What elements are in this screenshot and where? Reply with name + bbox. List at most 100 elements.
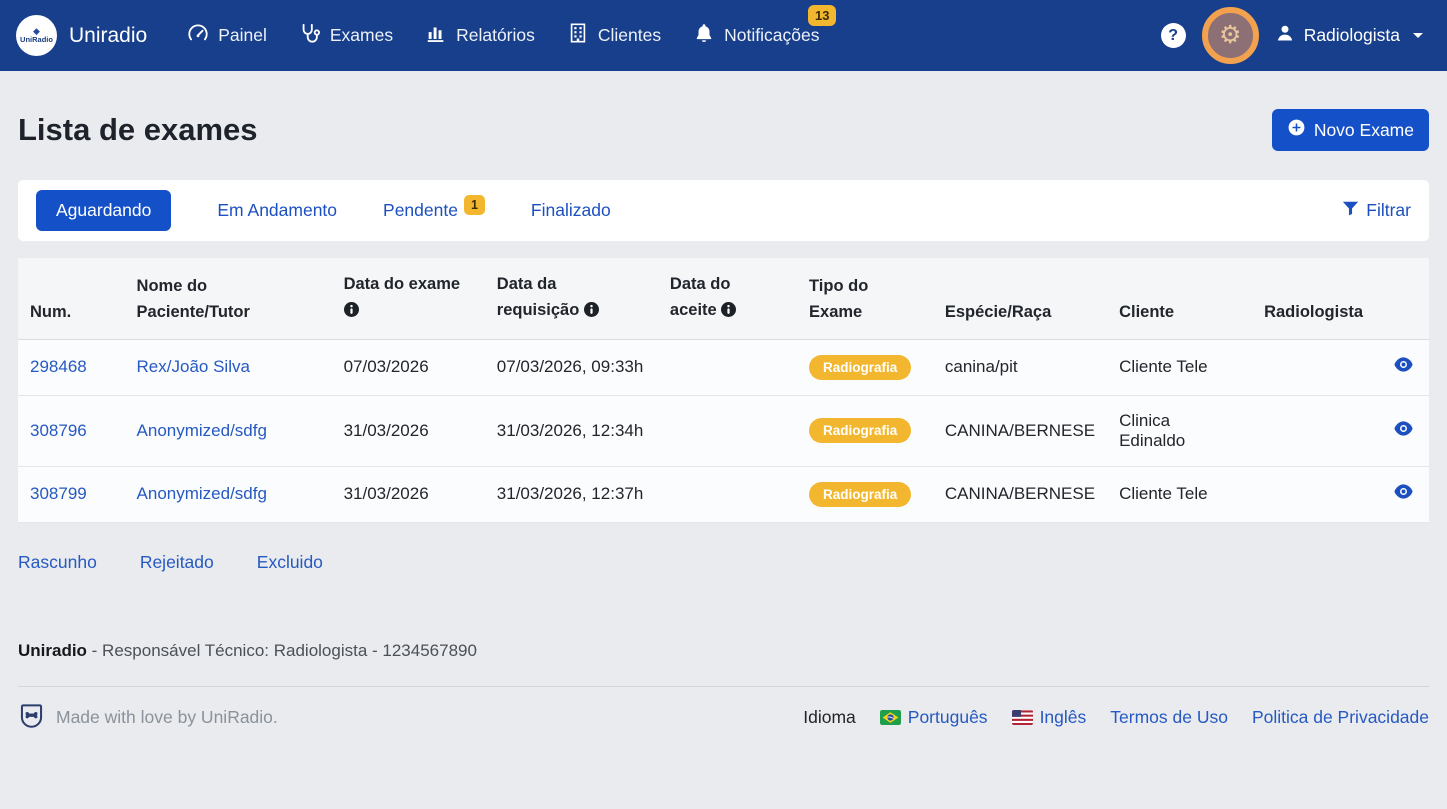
new-exam-label: Novo Exame	[1314, 120, 1414, 141]
tab-em-andamento[interactable]: Em Andamento	[217, 200, 337, 221]
technical-responsible-line: Uniradio - Responsável Técnico: Radiolog…	[18, 641, 1429, 661]
table-row: 308799 Anonymized/sdfg 31/03/2026 31/03/…	[18, 466, 1429, 522]
nav-label: Painel	[218, 25, 267, 46]
species: CANINA/BERNESE	[933, 466, 1107, 522]
request-date: 07/03/2026, 09:33h	[485, 339, 658, 395]
exam-type-badge: Radiografia	[809, 418, 911, 443]
tab-pendente[interactable]: Pendente1	[383, 200, 485, 221]
table-row: 308796 Anonymized/sdfg 31/03/2026 31/03/…	[18, 395, 1429, 466]
language-english[interactable]: Inglês	[1012, 707, 1087, 728]
col-request-date: Data da requisição	[485, 258, 658, 339]
brand[interactable]: ◆ UniRadio Uniradio	[16, 15, 147, 56]
pet-tag-bone-icon	[18, 702, 45, 734]
info-icon[interactable]	[344, 299, 359, 325]
nav-label: Clientes	[598, 25, 661, 46]
tabs-bar: Aguardando Em Andamento Pendente1 Finali…	[18, 180, 1429, 241]
terms-of-use-link[interactable]: Termos de Uso	[1110, 707, 1228, 728]
privacy-policy-link[interactable]: Politica de Privacidade	[1252, 707, 1429, 728]
request-date: 31/03/2026, 12:34h	[485, 395, 658, 466]
view-exam-button[interactable]	[1394, 484, 1413, 504]
accept-date	[658, 466, 797, 522]
rejeitado-link[interactable]: Rejeitado	[140, 552, 214, 573]
usa-flag-icon	[1012, 710, 1033, 725]
footer-links: Idioma Português Inglês Termos de Uso Po…	[803, 707, 1429, 728]
request-date: 31/03/2026, 12:37h	[485, 466, 658, 522]
nav-item-notificacoes[interactable]: Notificações 13	[693, 22, 819, 49]
help-button[interactable]: ?	[1161, 23, 1186, 48]
exam-type-badge: Radiografia	[809, 482, 911, 507]
header-label: Data da	[497, 271, 646, 297]
nav-item-exames[interactable]: Exames	[299, 22, 393, 49]
rascunho-link[interactable]: Rascunho	[18, 552, 97, 573]
patient-link[interactable]: Anonymized/sdfg	[137, 484, 267, 503]
bar-chart-icon	[425, 22, 447, 49]
new-exam-button[interactable]: Novo Exame	[1272, 109, 1429, 151]
radiologist	[1252, 395, 1382, 466]
filter-button[interactable]: Filtrar	[1342, 200, 1411, 222]
species: canina/pit	[933, 339, 1107, 395]
col-actions	[1382, 258, 1429, 339]
exam-number-link[interactable]: 308799	[30, 484, 87, 503]
header-label: requisição	[497, 301, 580, 319]
speedometer-icon	[187, 22, 209, 49]
accept-date	[658, 339, 797, 395]
header-label: Data do	[670, 271, 785, 297]
chevron-down-icon	[1413, 33, 1423, 38]
settings-button-highlight[interactable]: ⚙	[1202, 7, 1259, 64]
exam-number-link[interactable]: 308796	[30, 421, 87, 440]
nav-item-painel[interactable]: Painel	[187, 22, 267, 49]
info-icon[interactable]	[721, 299, 736, 325]
nav-label: Notificações	[724, 25, 819, 46]
bell-icon	[693, 22, 715, 49]
col-radiologist: Radiologista	[1252, 258, 1382, 339]
header-label: Espécie/Raça	[945, 299, 1095, 325]
responsible-brand: Uniradio	[18, 641, 87, 660]
radiologist	[1252, 339, 1382, 395]
made-with: Made with love by UniRadio.	[18, 702, 278, 734]
nav-item-clientes[interactable]: Clientes	[567, 22, 661, 49]
patient-link[interactable]: Anonymized/sdfg	[137, 421, 267, 440]
col-type: Tipo doExame	[797, 258, 933, 339]
info-icon[interactable]	[584, 299, 599, 325]
responsible-text: - Responsável Técnico: Radiologista - 12…	[87, 641, 477, 660]
nav-label: Relatórios	[456, 25, 535, 46]
exam-date: 07/03/2026	[332, 339, 485, 395]
radiologist	[1252, 466, 1382, 522]
building-icon	[567, 22, 589, 49]
user-name: Radiologista	[1304, 25, 1400, 46]
header-label: Nome do	[137, 273, 320, 299]
exam-date: 31/03/2026	[332, 466, 485, 522]
header-label: aceite	[670, 301, 717, 319]
excluido-link[interactable]: Excluido	[257, 552, 323, 573]
funnel-icon	[1342, 200, 1359, 222]
view-exam-button[interactable]	[1394, 357, 1413, 377]
col-exam-date: Data do exame	[332, 258, 485, 339]
table-header-row: Num. Nome doPaciente/Tutor Data do exame…	[18, 258, 1429, 339]
header-label: Num.	[30, 299, 113, 325]
col-species: Espécie/Raça	[933, 258, 1107, 339]
col-client: Cliente	[1107, 258, 1252, 339]
tab-label: Aguardando	[56, 200, 151, 220]
notifications-count-badge: 13	[808, 5, 836, 26]
nav-item-relatorios[interactable]: Relatórios	[425, 22, 535, 49]
tab-label: Pendente	[383, 200, 458, 220]
exam-number-link[interactable]: 298468	[30, 357, 87, 376]
language-portuguese[interactable]: Português	[880, 707, 988, 728]
tab-finalizado[interactable]: Finalizado	[531, 200, 611, 221]
patient-link[interactable]: Rex/João Silva	[137, 357, 250, 376]
table-row: 298468 Rex/João Silva 07/03/2026 07/03/2…	[18, 339, 1429, 395]
uniradio-logo: ◆ UniRadio	[16, 15, 57, 56]
user-menu[interactable]: Radiologista	[1275, 23, 1423, 48]
view-exam-button[interactable]	[1394, 421, 1413, 441]
col-patient: Nome doPaciente/Tutor	[125, 258, 332, 339]
question-mark-icon: ?	[1168, 27, 1178, 45]
nav-label: Exames	[330, 25, 393, 46]
client: Clinica Edinaldo	[1107, 395, 1252, 466]
language-link: Português	[908, 707, 988, 728]
nav-items: Painel Exames Relatórios Clientes Notifi…	[187, 22, 819, 49]
navbar: ◆ UniRadio Uniradio Painel Exames Relató…	[0, 0, 1447, 71]
tab-aguardando[interactable]: Aguardando	[36, 190, 171, 231]
client: Cliente Tele	[1107, 466, 1252, 522]
header-label: Tipo do	[809, 273, 921, 299]
navbar-right: ? ⚙ Radiologista	[1161, 7, 1423, 64]
